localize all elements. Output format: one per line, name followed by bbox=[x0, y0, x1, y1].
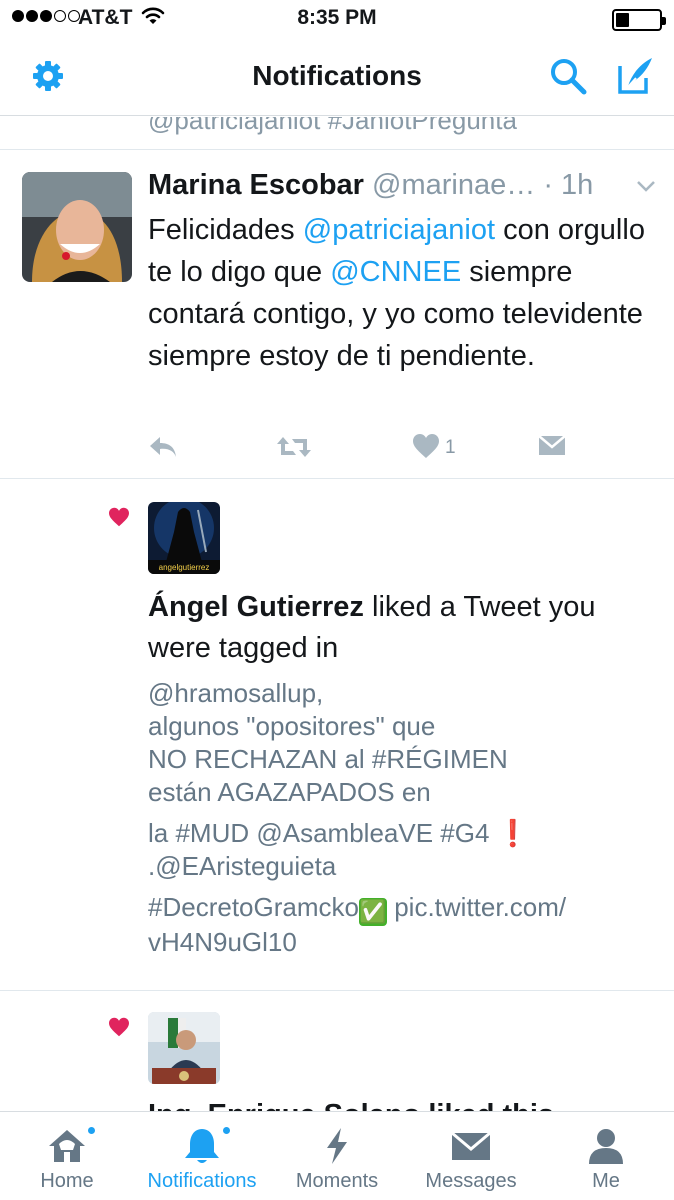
retweet-icon[interactable] bbox=[276, 433, 312, 461]
bell-icon bbox=[185, 1129, 219, 1163]
notification-title: Ángel Gutierrez liked a Tweet you were t… bbox=[148, 587, 648, 669]
notification-title: Ing. Enrique Solano liked this bbox=[148, 1099, 554, 1111]
compose-icon[interactable] bbox=[614, 56, 654, 96]
like-count: 1 bbox=[445, 437, 456, 458]
tab-label: Me bbox=[592, 1170, 620, 1192]
tweet-author-handle[interactable]: @marinae… bbox=[372, 169, 535, 201]
heart-icon bbox=[109, 1017, 129, 1037]
status-bar: AT&T 8:35 PM bbox=[0, 0, 674, 38]
avatar[interactable] bbox=[148, 1012, 220, 1084]
lightning-icon bbox=[327, 1128, 347, 1164]
search-icon[interactable] bbox=[548, 56, 588, 96]
tab-label: Home bbox=[40, 1170, 94, 1192]
tab-messages[interactable]: Messages bbox=[404, 1112, 538, 1200]
envelope-icon bbox=[451, 1131, 491, 1160]
exclamation-emoji: ❗ bbox=[496, 818, 530, 848]
avatar-label: angelgutierrez bbox=[159, 563, 210, 572]
new-activity-badge bbox=[221, 1125, 232, 1136]
heart-icon bbox=[109, 507, 129, 527]
divider bbox=[0, 990, 674, 991]
tab-label: Moments bbox=[295, 1170, 379, 1192]
tweet-actions: 1 bbox=[148, 433, 578, 463]
tab-notifications[interactable]: Notifications bbox=[135, 1112, 269, 1200]
battery-icon bbox=[612, 9, 666, 31]
divider bbox=[0, 149, 674, 150]
tweet-header: Marina Escobar @marinae… · 1h bbox=[148, 169, 658, 202]
navigation-bar: Notifications bbox=[0, 38, 674, 116]
notifications-feed[interactable]: @patriciajaniot #JaniotPregunta Marina E… bbox=[0, 117, 674, 1111]
quoted-line: NO RECHAZAN al #RÉGIMEN bbox=[148, 744, 508, 774]
avatar[interactable]: angelgutierrez bbox=[148, 502, 220, 574]
quoted-line: pic.twitter.com/ bbox=[394, 892, 567, 922]
avatar[interactable] bbox=[22, 172, 132, 282]
person-icon bbox=[589, 1129, 623, 1164]
home-icon bbox=[49, 1130, 85, 1162]
quoted-line: #DecretoGramcko bbox=[148, 892, 359, 922]
tweet-text-segment: Felicidades bbox=[148, 214, 303, 246]
quoted-line: algunos "opositores" que bbox=[148, 711, 436, 741]
quoted-tweet-text[interactable]: @hramosallup, algunos "opositores" que N… bbox=[148, 677, 648, 959]
tweet-author-name[interactable]: Marina Escobar bbox=[148, 169, 364, 201]
tab-me[interactable]: Me bbox=[539, 1112, 673, 1200]
tab-label: Messages bbox=[425, 1170, 517, 1192]
quoted-line: .@EAristeguieta bbox=[148, 851, 337, 881]
divider bbox=[0, 478, 674, 479]
notification-user-name[interactable]: Ángel Gutierrez bbox=[148, 591, 364, 623]
reply-icon[interactable] bbox=[148, 433, 178, 461]
tweet-text: Felicidades @patriciajaniot con orgullo … bbox=[148, 209, 648, 377]
clipped-tweet-text: @patriciajaniot #JaniotPregunta bbox=[148, 117, 517, 135]
status-time: 8:35 PM bbox=[297, 6, 377, 29]
like-icon[interactable] bbox=[412, 433, 440, 459]
tweet-timestamp: · 1h bbox=[543, 169, 594, 201]
quoted-line: la #MUD @AsambleaVE #G4 bbox=[148, 818, 490, 848]
check-mark-emoji: ✅ bbox=[358, 898, 387, 926]
new-activity-badge bbox=[86, 1125, 97, 1136]
quoted-line: están AGAZAPADOS en bbox=[148, 777, 431, 807]
mention-link[interactable]: @CNNEE bbox=[330, 256, 461, 288]
quoted-line: @hramosallup, bbox=[148, 678, 324, 708]
tab-label: Notifications bbox=[147, 1170, 257, 1192]
direct-message-icon[interactable] bbox=[538, 433, 566, 457]
quoted-line: vH4N9uGl10 bbox=[148, 927, 297, 957]
tab-home[interactable]: Home bbox=[0, 1112, 134, 1200]
tab-moments[interactable]: Moments bbox=[270, 1112, 404, 1200]
tab-bar: Home Notifications Moments Messages Me bbox=[0, 1111, 674, 1200]
mention-link[interactable]: @patriciajaniot bbox=[303, 214, 495, 246]
chevron-down-icon[interactable] bbox=[636, 179, 656, 193]
